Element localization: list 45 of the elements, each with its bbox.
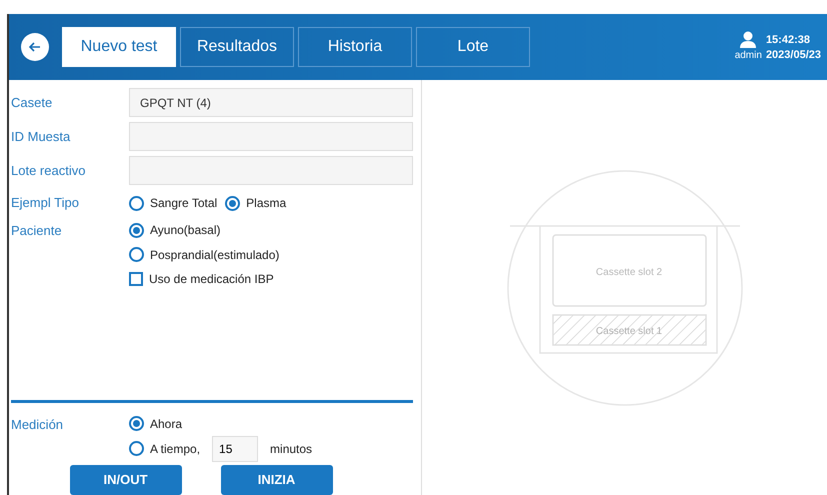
input-field[interactable] xyxy=(129,156,413,185)
option-label: Ahora xyxy=(150,416,182,432)
option-label: A tiempo, xyxy=(150,440,200,458)
option-label: Sangre Total xyxy=(150,195,218,212)
field-label: Ejempl Tipo xyxy=(11,194,80,212)
field-label: Lote reactivo xyxy=(11,162,86,180)
tab[interactable]: Lote xyxy=(416,27,530,67)
action-button[interactable]: IN/OUT xyxy=(70,465,182,495)
option-label: Uso de medicación IBP xyxy=(149,271,274,288)
radio-option[interactable]: Ayuno(basal) xyxy=(129,221,280,239)
back-button[interactable] xyxy=(21,33,49,61)
field-label: Casete xyxy=(11,94,54,112)
radio-option[interactable]: Sangre Total xyxy=(129,194,218,212)
radio-button[interactable] xyxy=(129,222,144,238)
tab[interactable]: Resultados xyxy=(180,27,294,67)
slot-label: Cassette slot 2 xyxy=(595,266,662,278)
back-arrow-icon xyxy=(28,40,42,54)
slot-label: Cassette slot 1 xyxy=(595,326,662,336)
tab[interactable]: Nuevo test xyxy=(62,27,176,67)
tab[interactable]: Historia xyxy=(298,27,412,67)
field-label: Medición xyxy=(11,416,64,434)
option-label: Posprandial(estimulado) xyxy=(150,246,280,264)
radio-button[interactable] xyxy=(225,196,240,210)
time-text: 15:42:38 xyxy=(766,33,811,48)
input-field[interactable]: GPQT NT (4) xyxy=(129,88,413,117)
input-field[interactable] xyxy=(129,122,413,151)
radio-option[interactable]: A tiempo, xyxy=(129,440,200,458)
date-text: 2023/05/23 xyxy=(766,48,821,63)
unit-label: minutos xyxy=(270,440,312,458)
minutes-field[interactable]: 15 xyxy=(212,436,258,462)
radio-option[interactable]: Plasma xyxy=(225,194,286,212)
checkbox[interactable] xyxy=(129,272,143,286)
field-label: Paciente xyxy=(11,222,63,240)
radio-button[interactable] xyxy=(129,416,144,431)
radio-button[interactable] xyxy=(129,441,144,456)
radio-option[interactable]: Ahora xyxy=(129,414,312,432)
radio-option[interactable]: Posprandial(estimulado) xyxy=(129,246,280,264)
option-label: Ayuno(basal) xyxy=(150,222,220,239)
radio-button[interactable] xyxy=(129,247,144,262)
user-name: admin xyxy=(734,49,762,63)
radio-button[interactable] xyxy=(129,196,144,210)
action-button[interactable]: INIZIA xyxy=(220,465,332,495)
option-label: Plasma xyxy=(246,195,286,212)
field-label: ID Muesta xyxy=(11,128,72,146)
user-icon xyxy=(739,31,758,48)
